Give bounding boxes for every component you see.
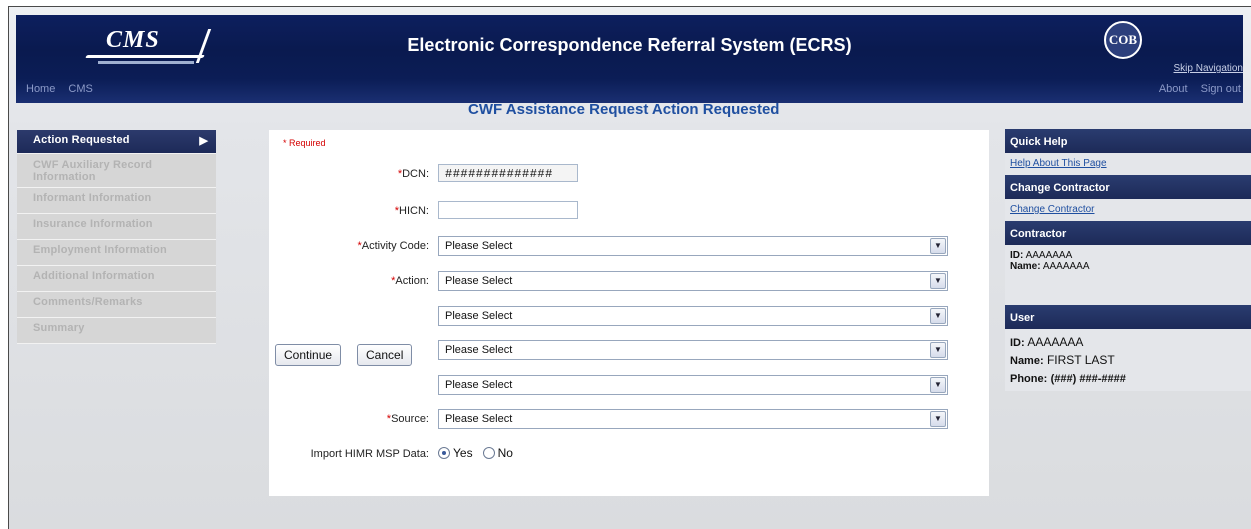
chevron-down-icon[interactable]: ▼: [930, 342, 946, 358]
nav-signout-link[interactable]: Sign out: [1201, 83, 1241, 95]
chevron-down-icon[interactable]: ▼: [930, 308, 946, 324]
sidebar-item-employment-information[interactable]: Employment Information: [17, 240, 216, 266]
page-title: CWF Assistance Request Action Requested: [468, 101, 780, 118]
dcn-field[interactable]: ##############: [438, 164, 578, 182]
nav-cms-link[interactable]: CMS: [68, 83, 92, 95]
cancel-button[interactable]: Cancel: [357, 344, 413, 366]
right-sidebar: Quick Help Help About This Page Change C…: [1005, 129, 1251, 391]
continue-button[interactable]: Continue: [275, 344, 342, 366]
action-row-2: Please Select ▼: [269, 306, 989, 328]
source-row: *Source: Please Select ▼: [269, 409, 989, 431]
left-navigation: Action Requested ▶ CWF Auxiliary Record …: [17, 130, 216, 344]
chevron-down-icon[interactable]: ▼: [930, 238, 946, 254]
action-select-1[interactable]: Please Select ▼: [438, 271, 948, 291]
contractor-header: Contractor: [1005, 221, 1251, 245]
source-selected: Please Select: [445, 413, 513, 425]
source-select[interactable]: Please Select ▼: [438, 409, 948, 429]
quick-help-body: Help About This Page: [1005, 153, 1251, 175]
top-navbar: Home CMS About Sign out: [16, 79, 1243, 103]
contractor-body: ID: AAAAAAA Name: AAAAAAA: [1005, 245, 1251, 305]
action-select-4-selected: Please Select: [445, 379, 513, 391]
user-name-line: Name: FIRST LAST: [1010, 353, 1115, 367]
sidebar-item-summary[interactable]: Summary: [17, 318, 216, 344]
activity-code-row: *Activity Code: Please Select ▼: [269, 236, 989, 258]
dcn-row: *DCN: ##############: [269, 164, 989, 186]
change-contractor-header: Change Contractor: [1005, 175, 1251, 199]
sidebar-item-cwf-auxiliary-record[interactable]: CWF Auxiliary Record Information: [17, 154, 216, 188]
import-yes-radio[interactable]: [438, 447, 450, 459]
sidebar-item-informant-information[interactable]: Informant Information: [17, 188, 216, 214]
chevron-right-icon: ▶: [199, 135, 208, 147]
contractor-id-line: ID: AAAAAAA: [1010, 250, 1073, 261]
action-row-4: Please Select ▼: [269, 375, 989, 397]
action-row-1: *Action: Please Select ▼: [269, 271, 989, 293]
activity-code-label: *Activity Code:: [357, 240, 429, 252]
help-about-page-link[interactable]: Help About This Page: [1010, 158, 1107, 169]
source-label: *Source:: [386, 413, 429, 425]
activity-code-select[interactable]: Please Select ▼: [438, 236, 948, 256]
change-contractor-body: Change Contractor: [1005, 199, 1251, 221]
nav-home-link[interactable]: Home: [26, 83, 55, 95]
sidebar-item-additional-information[interactable]: Additional Information: [17, 266, 216, 292]
hicn-row: *HICN:: [269, 201, 989, 223]
app-title: Electronic Correspondence Referral Syste…: [407, 35, 852, 55]
chevron-down-icon[interactable]: ▼: [930, 411, 946, 427]
action-select-4[interactable]: Please Select ▼: [438, 375, 948, 395]
user-phone-line: Phone: (###) ###-####: [1010, 373, 1126, 385]
action-select-1-selected: Please Select: [445, 275, 513, 287]
import-label: Import HIMR MSP Data:: [310, 448, 429, 460]
sidebar-item-label: Action Requested: [33, 134, 130, 146]
user-id-line: ID: AAAAAAA: [1010, 335, 1084, 349]
import-radio-group: Yes No: [438, 446, 513, 460]
action-select-3-selected: Please Select: [445, 344, 513, 356]
cms-logo-subline: [98, 61, 194, 64]
import-row: Import HIMR MSP Data: Yes No: [269, 444, 989, 466]
action-select-2[interactable]: Please Select ▼: [438, 306, 948, 326]
user-body: ID: AAAAAAA Name: FIRST LAST Phone: (###…: [1005, 329, 1251, 391]
cob-logo: COB: [1104, 21, 1142, 59]
user-header: User: [1005, 305, 1251, 329]
change-contractor-link[interactable]: Change Contractor: [1010, 204, 1095, 215]
hicn-label: *HICN:: [394, 205, 429, 217]
action-select-3[interactable]: Please Select ▼: [438, 340, 948, 360]
skip-navigation-link[interactable]: Skip Navigation: [1174, 63, 1243, 74]
sidebar-item-action-requested[interactable]: Action Requested ▶: [17, 130, 216, 154]
import-no-radio[interactable]: [482, 447, 495, 459]
activity-code-selected: Please Select: [445, 240, 513, 252]
action-label: *Action:: [391, 275, 429, 287]
action-select-2-selected: Please Select: [445, 310, 513, 322]
nav-about-link[interactable]: About: [1159, 83, 1188, 95]
chevron-down-icon[interactable]: ▼: [930, 377, 946, 393]
required-note: * Required: [283, 138, 326, 148]
hicn-field[interactable]: [438, 201, 578, 219]
dcn-label: *DCN:: [397, 168, 429, 180]
header-banner: CMS Electronic Correspondence Referral S…: [16, 15, 1243, 79]
import-yes-label[interactable]: Yes: [453, 446, 473, 460]
quick-help-header: Quick Help: [1005, 129, 1251, 153]
import-no-label[interactable]: No: [498, 446, 513, 460]
chevron-down-icon[interactable]: ▼: [930, 273, 946, 289]
form-panel: * Required *DCN: ############## *HICN: *…: [269, 130, 989, 496]
contractor-name-line: Name: AAAAAAA: [1010, 261, 1090, 272]
sidebar-item-comments-remarks[interactable]: Comments/Remarks: [17, 292, 216, 318]
sidebar-item-insurance-information[interactable]: Insurance Information: [17, 214, 216, 240]
